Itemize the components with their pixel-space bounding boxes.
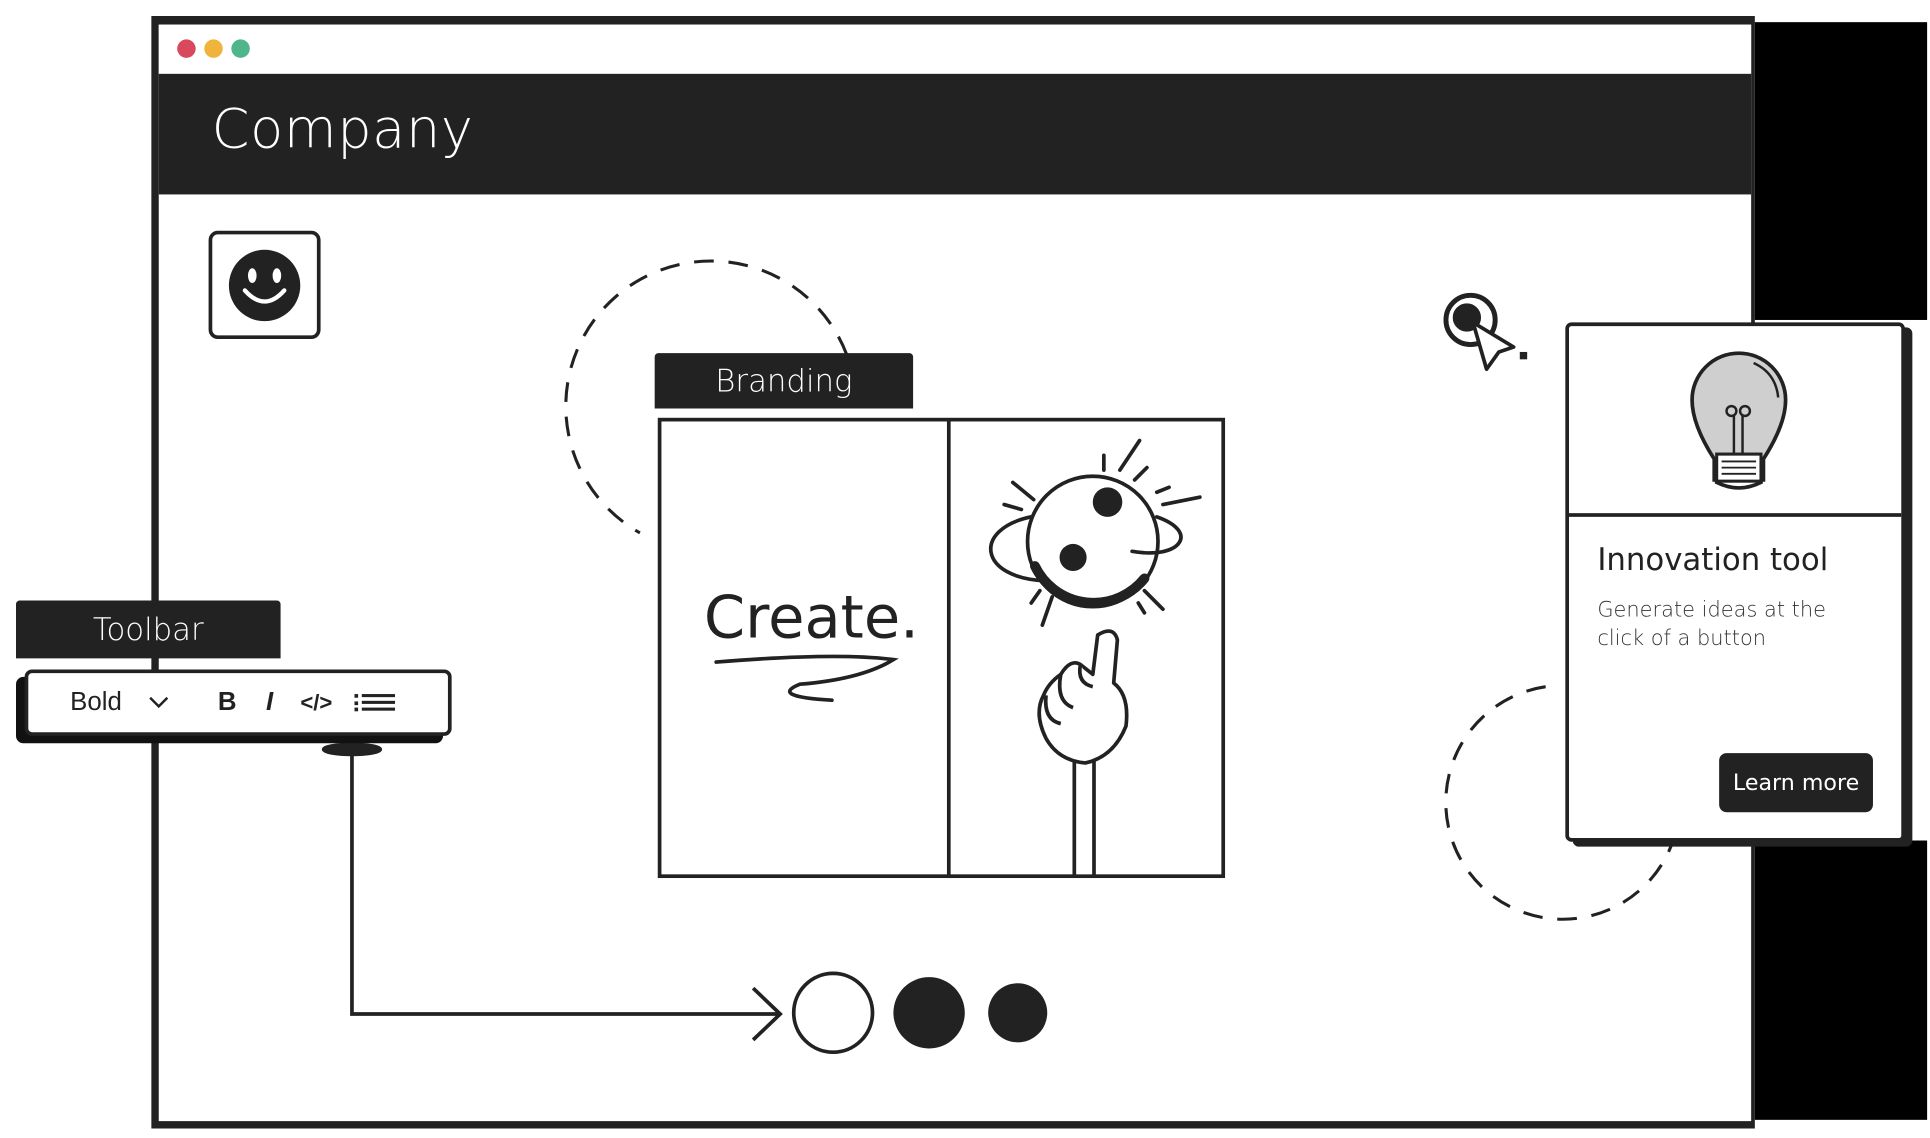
code-button[interactable]: </> <box>300 690 332 716</box>
chevron-down-icon[interactable] <box>149 696 169 709</box>
cursor-click-icon <box>1443 292 1528 372</box>
smiley-icon <box>208 230 321 340</box>
card-divider <box>1569 513 1902 517</box>
illustration: Company Branding Create. Toolbar Bold B … <box>0 0 1930 1138</box>
list-icon[interactable] <box>354 693 397 713</box>
card-title: Innovation tool <box>1597 541 1829 578</box>
card-description: Generate ideas at the click of a button <box>1597 598 1827 651</box>
toolbar-tab[interactable]: Toolbar <box>15 600 281 659</box>
step-circle-filled <box>893 977 965 1049</box>
italic-button[interactable]: I <box>266 688 273 718</box>
connector-line <box>321 738 783 1042</box>
innovation-card: Innovation tool Generate ideas at the cl… <box>1565 322 1905 842</box>
bold-button[interactable]: B <box>218 688 237 718</box>
formatting-toolbar: Bold B I </> <box>24 669 452 736</box>
step-circle-filled <box>988 983 1048 1043</box>
lightbulb-icon <box>1690 351 1788 490</box>
scribble-underline <box>714 654 899 703</box>
learn-more-button[interactable]: Learn more <box>1719 753 1873 813</box>
step-circle-empty <box>791 971 875 1055</box>
planet-idea-icon <box>989 438 1202 627</box>
font-weight-select[interactable]: Bold <box>70 688 122 718</box>
create-text: Create. <box>703 583 919 653</box>
branding-tab[interactable]: Branding <box>654 353 914 409</box>
hand-pointing-icon <box>1037 629 1129 879</box>
